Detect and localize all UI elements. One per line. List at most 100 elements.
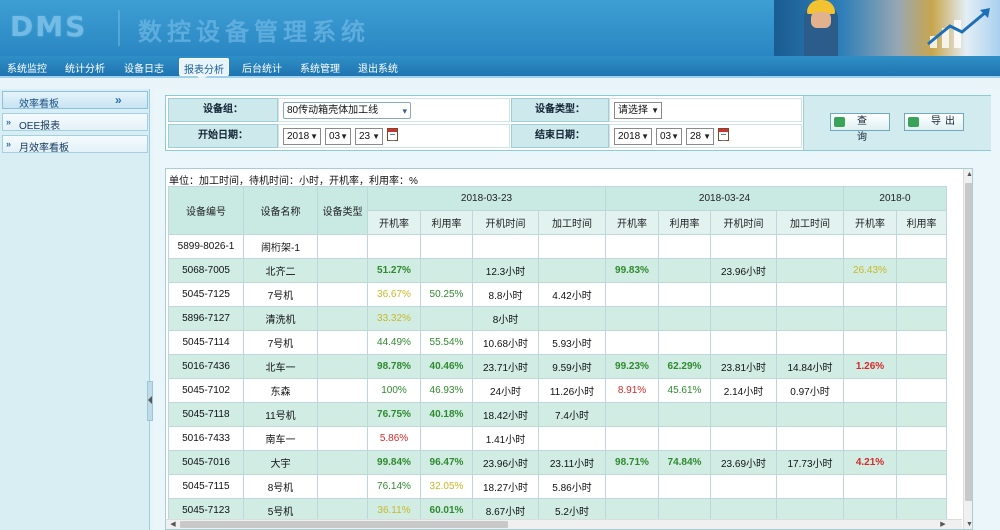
- end-year-value: 2018: [618, 131, 641, 142]
- metric-cell: 23.11小时: [538, 450, 606, 475]
- table-row[interactable]: 5896-7127 清洗机 33.32% 8小时: [168, 306, 947, 331]
- metric-cell: 23.96小时: [472, 450, 539, 475]
- metric-cell: 32.05%: [420, 474, 473, 499]
- start-date-label: 开始日期：: [168, 124, 278, 148]
- scroll-down-icon[interactable]: ▼: [965, 520, 972, 529]
- device-name-cell: 11号机: [243, 402, 318, 427]
- horizontal-scrollbar[interactable]: ◀ ▶: [166, 519, 962, 529]
- start-day-select[interactable]: 23 ▼: [355, 128, 383, 145]
- metric-cell: [776, 282, 844, 307]
- collapse-chevron-icon[interactable]: »: [115, 93, 122, 107]
- table-row[interactable]: 5045-7016 大宇 99.84% 96.47% 23.96小时 23.11小时 98.…: [168, 450, 947, 475]
- nav-backend-stats[interactable]: 后台统计: [242, 60, 282, 75]
- device-type-cell: [317, 282, 368, 307]
- nav-device-log[interactable]: 设备日志: [124, 60, 164, 75]
- col-header-code[interactable]: 设备编号: [168, 186, 244, 235]
- metric-cell: 100%: [367, 378, 421, 403]
- scroll-thumb[interactable]: [180, 521, 508, 528]
- metric-cell: [896, 306, 947, 331]
- vertical-scrollbar[interactable]: ▲ ▼: [963, 169, 972, 529]
- group-select-value: 80传动箱壳体加工线: [287, 105, 379, 116]
- group-select[interactable]: 80传动箱壳体加工线 ▾: [283, 102, 411, 119]
- metric-cell: [605, 474, 659, 499]
- sidebar-splitter[interactable]: [147, 381, 153, 421]
- chevron-right-icon: »: [6, 117, 12, 127]
- metric-cell: 5.93小时: [538, 330, 606, 355]
- chevron-down-icon: ▾: [402, 106, 407, 116]
- scroll-up-icon[interactable]: ▲: [965, 170, 972, 180]
- table-row[interactable]: 5899-8026-1 闹桁架-1: [168, 234, 947, 259]
- metric-cell: [605, 426, 659, 451]
- sidebar-header[interactable]: 效率看板 »: [2, 91, 148, 110]
- type-select[interactable]: 请选择 ▼: [614, 102, 662, 119]
- device-code-cell: 5045-7114: [168, 330, 244, 355]
- table-row[interactable]: 5045-7102 东森 100% 46.93% 24小时 11.26小时 8.91% 45.…: [168, 378, 947, 403]
- end-month-select[interactable]: 03 ▼: [656, 128, 682, 145]
- metric-cell: [843, 426, 897, 451]
- table-row[interactable]: 5045-7114 7号机 44.49% 55.54% 10.68小时 5.93小时: [168, 330, 947, 355]
- metric-cell: [896, 282, 947, 307]
- query-button[interactable]: 查 询: [830, 113, 890, 143]
- metric-cell: 17.73小时: [776, 450, 844, 475]
- device-type-cell: [317, 330, 368, 355]
- device-code-cell: 5899-8026-1: [168, 234, 244, 259]
- sidebar-item-monthly-board[interactable]: » 月效率看板: [2, 135, 148, 154]
- calendar-icon[interactable]: [718, 128, 729, 141]
- table-row[interactable]: 5016-7436 北车一 98.78% 40.46% 23.71小时 9.59小时 99.…: [168, 354, 947, 379]
- end-month-value: 03: [660, 131, 672, 142]
- col-header-name[interactable]: 设备名称: [243, 186, 318, 235]
- metric-cell: [776, 474, 844, 499]
- metric-header: 利用率: [896, 210, 947, 235]
- metric-cell: 99.84%: [367, 450, 421, 475]
- metric-cell: [605, 306, 659, 331]
- col-header-type[interactable]: 设备类型: [317, 186, 368, 235]
- metric-cell: [605, 330, 659, 355]
- export-button[interactable]: 导出: [904, 113, 964, 131]
- device-code-cell: 5068-7005: [168, 258, 244, 283]
- metric-cell: 62.29%: [658, 354, 711, 379]
- metric-cell: 7.4小时: [538, 402, 606, 427]
- start-year-select[interactable]: 2018 ▼: [283, 128, 321, 145]
- table-row[interactable]: 5045-7115 8号机 76.14% 32.05% 18.27小时 5.86小时: [168, 474, 947, 499]
- metric-cell: [658, 306, 711, 331]
- date-header: 2018-03-23: [367, 186, 606, 211]
- table-row[interactable]: 5045-7118 11号机 76.75% 40.18% 18.42小时 7.4小时: [168, 402, 947, 427]
- metric-cell: [420, 258, 473, 283]
- chevron-down-icon: ▼: [641, 132, 649, 141]
- nav-system-monitor[interactable]: 系统监控: [7, 60, 47, 75]
- nav-statistics[interactable]: 统计分析: [65, 60, 105, 75]
- nav-logout[interactable]: 退出系统: [358, 60, 398, 75]
- chevron-down-icon: ▼: [310, 132, 318, 141]
- metric-cell: [658, 234, 711, 259]
- metric-header: 利用率: [420, 210, 473, 235]
- end-year-select[interactable]: 2018 ▼: [614, 128, 652, 145]
- metric-cell: 74.84%: [658, 450, 711, 475]
- calendar-icon[interactable]: [387, 128, 398, 141]
- start-month-value: 03: [329, 131, 341, 142]
- type-label: 设备类型：: [511, 98, 609, 122]
- table-row[interactable]: 5068-7005 北齐二 51.27% 12.3小时 99.83% 23.96小时 26.…: [168, 258, 947, 283]
- metric-cell: [658, 474, 711, 499]
- scroll-right-icon[interactable]: ▶: [938, 520, 948, 529]
- metric-cell: 50.25%: [420, 282, 473, 307]
- metric-cell: [843, 402, 897, 427]
- end-day-value: 28: [690, 131, 702, 142]
- metric-cell: 55.54%: [420, 330, 473, 355]
- sidebar-item-oee-report[interactable]: » OEE报表: [2, 113, 148, 132]
- table-row[interactable]: 5045-7125 7号机 36.67% 50.25% 8.8小时 4.42小时: [168, 282, 947, 307]
- table-row[interactable]: 5016-7433 南车一 5.86% 1.41小时: [168, 426, 947, 451]
- scroll-thumb[interactable]: [965, 183, 972, 501]
- nav-system-admin[interactable]: 系统管理: [300, 60, 340, 75]
- metric-cell: [538, 306, 606, 331]
- nav-report-analysis[interactable]: 报表分析: [179, 58, 229, 76]
- start-month-select[interactable]: 03 ▼: [325, 128, 351, 145]
- end-day-select[interactable]: 28 ▼: [686, 128, 714, 145]
- device-name-cell: 南车一: [243, 426, 318, 451]
- device-type-cell: [317, 426, 368, 451]
- report-panel: 单位：加工时间，待机时间：小时，开机率，利用率：% 设备编号 设备名称 设备类型…: [165, 168, 973, 530]
- date-header: 2018-0: [843, 186, 947, 211]
- metric-cell: 36.67%: [367, 282, 421, 307]
- metric-cell: 18.27小时: [472, 474, 539, 499]
- metric-cell: 8.8小时: [472, 282, 539, 307]
- scroll-left-icon[interactable]: ◀: [168, 520, 178, 529]
